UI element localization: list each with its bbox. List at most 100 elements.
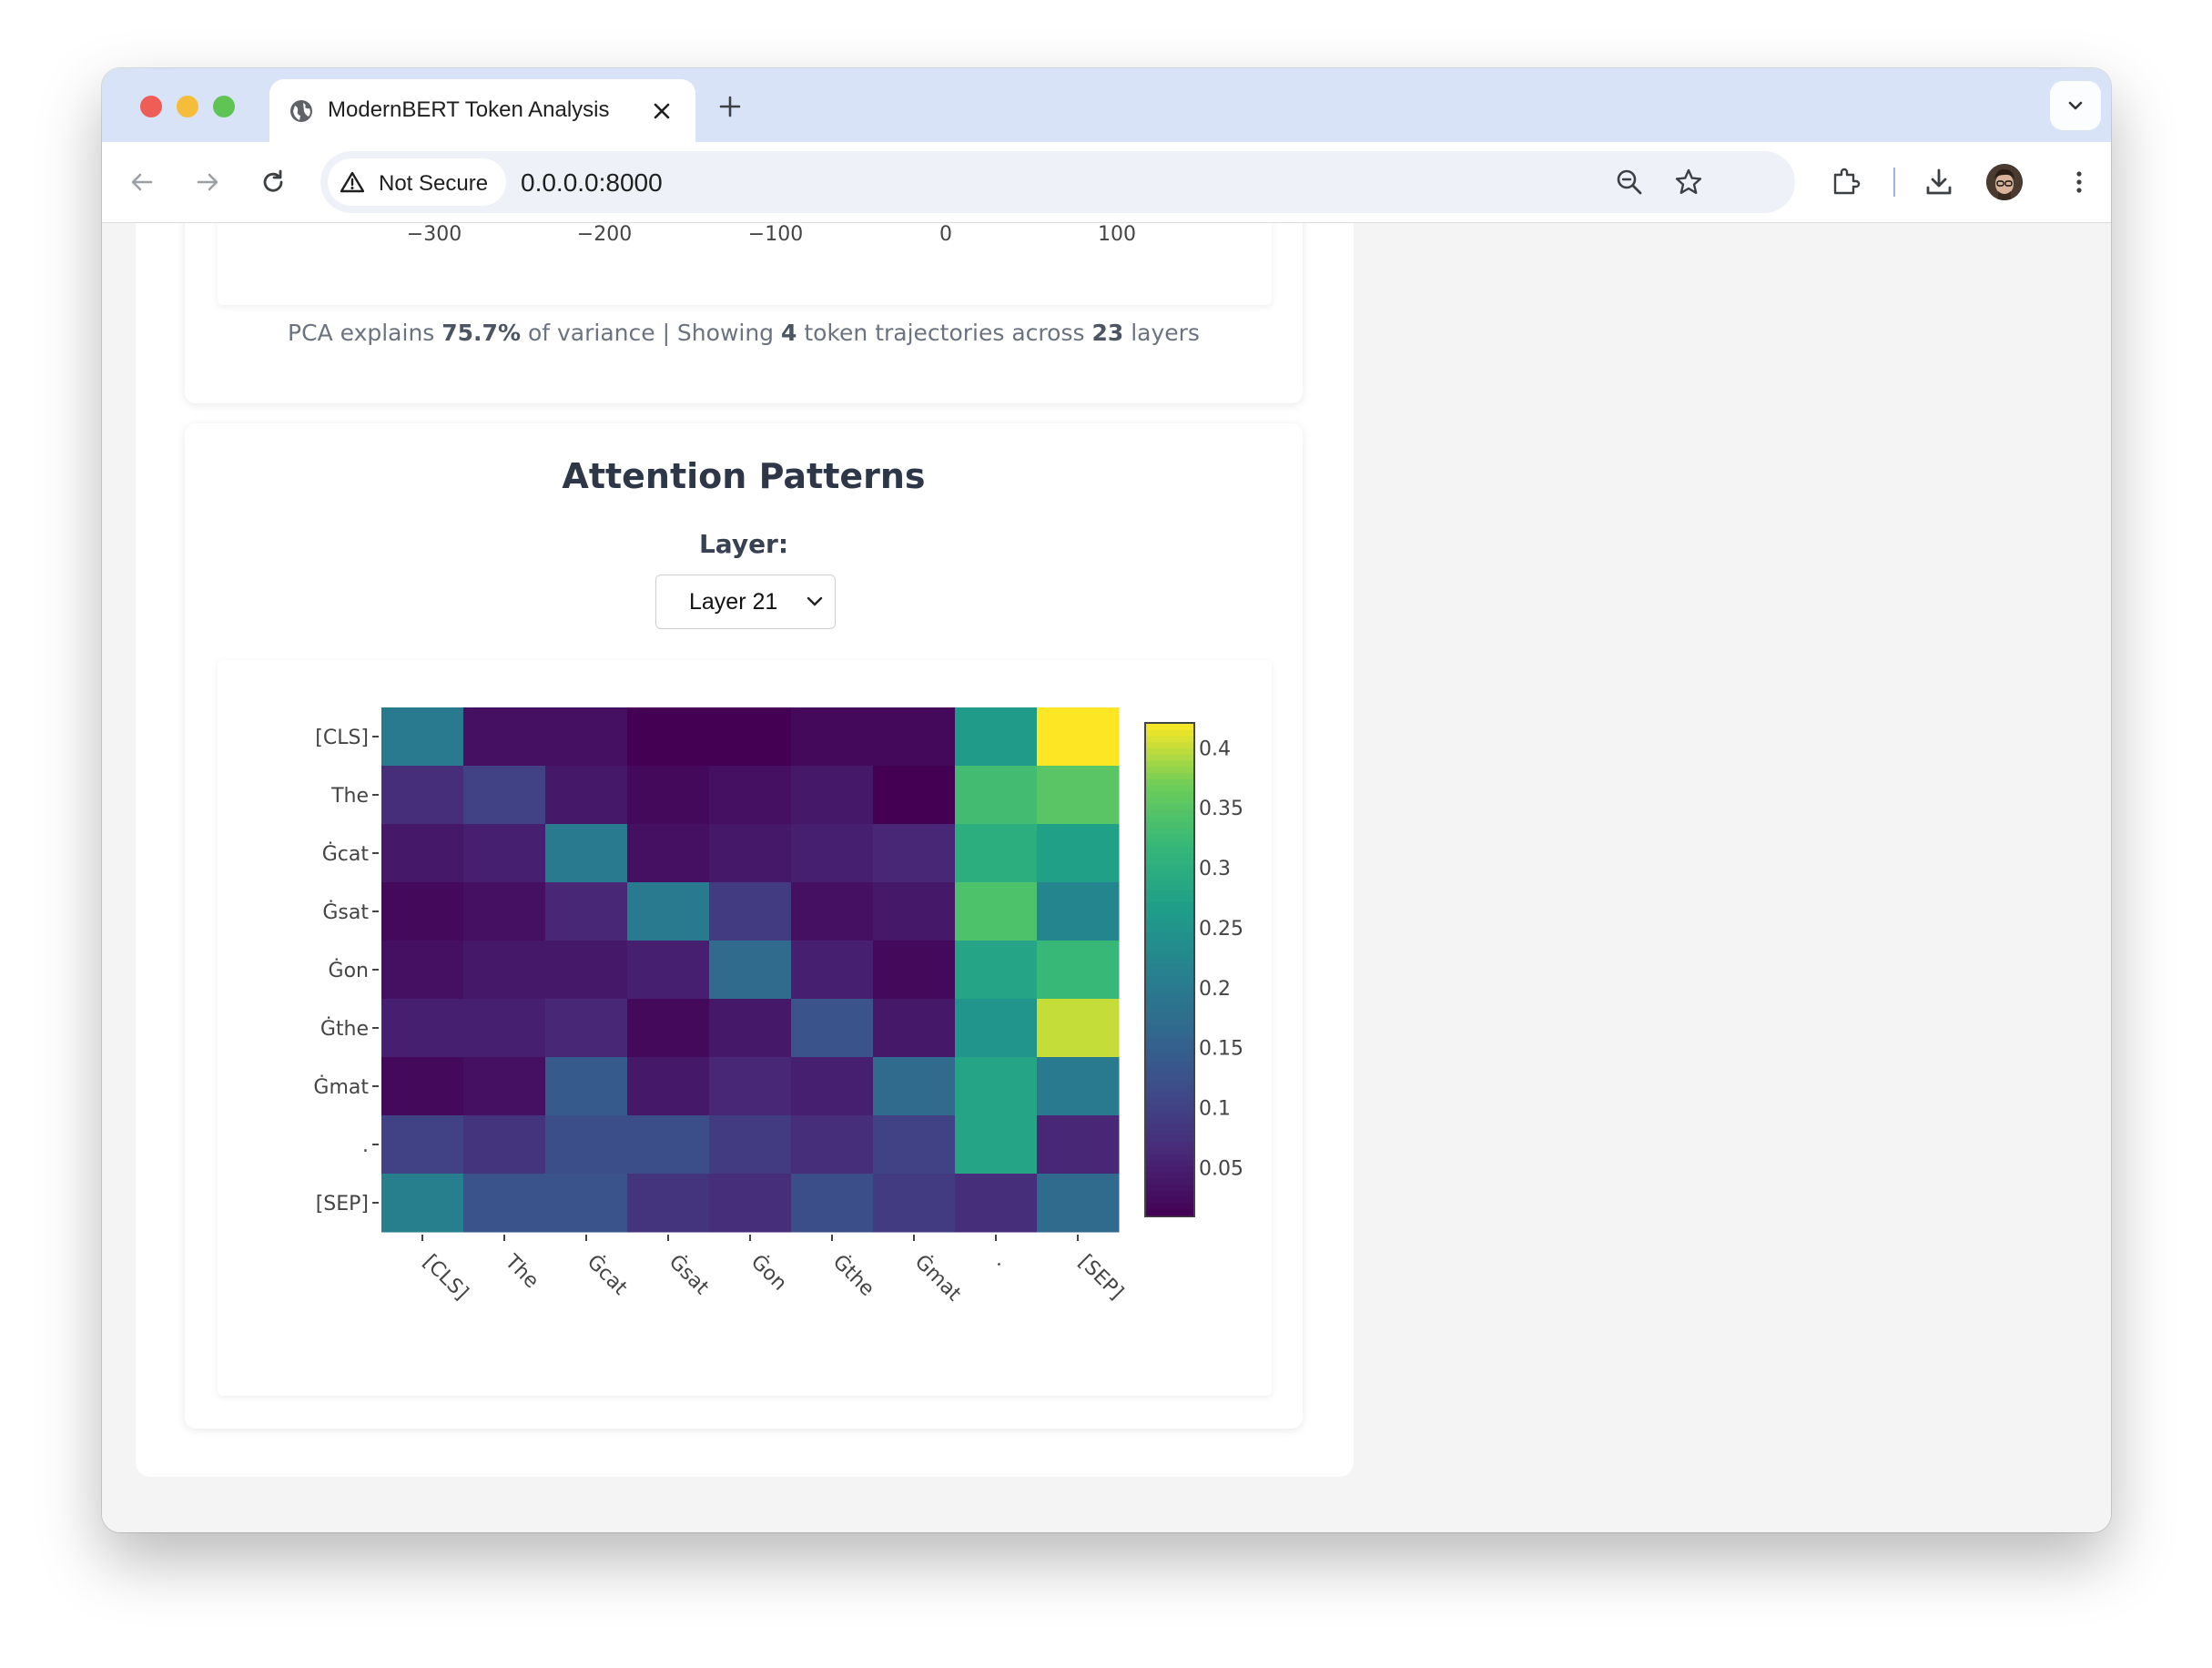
heatmap-cell[interactable] bbox=[545, 766, 628, 825]
heatmap-cell[interactable] bbox=[463, 707, 546, 767]
heatmap-cell[interactable] bbox=[1037, 1057, 1120, 1116]
heatmap-cell[interactable] bbox=[545, 941, 628, 1000]
heatmap-cell[interactable] bbox=[545, 1115, 628, 1175]
zoom-window-button[interactable] bbox=[213, 96, 235, 117]
heatmap-cell[interactable] bbox=[463, 1174, 546, 1233]
heatmap-cell[interactable] bbox=[627, 707, 710, 767]
bookmark-star-icon[interactable] bbox=[1673, 167, 1704, 198]
heatmap-cell[interactable] bbox=[873, 1115, 956, 1175]
heatmap-cell[interactable] bbox=[873, 882, 956, 941]
heatmap-cell[interactable] bbox=[791, 1057, 874, 1116]
heatmap-cell[interactable] bbox=[381, 824, 464, 883]
heatmap-cell[interactable] bbox=[709, 1115, 792, 1175]
heatmap-cell[interactable] bbox=[791, 999, 874, 1058]
heatmap-cell[interactable] bbox=[381, 1115, 464, 1175]
heatmap-cell[interactable] bbox=[873, 766, 956, 825]
heatmap-cell[interactable] bbox=[791, 1174, 874, 1233]
heatmap-cell[interactable] bbox=[463, 999, 546, 1058]
heatmap-cell[interactable] bbox=[627, 1174, 710, 1233]
heatmap-cell[interactable] bbox=[955, 999, 1038, 1058]
close-window-button[interactable] bbox=[140, 96, 162, 117]
layer-select[interactable]: Layer 21 bbox=[655, 575, 836, 629]
heatmap-cell[interactable] bbox=[709, 941, 792, 1000]
back-arrow-icon[interactable] bbox=[124, 164, 160, 200]
heatmap-cell[interactable] bbox=[627, 766, 710, 825]
page-viewport[interactable]: −300 −200 −100 0 100 PCA explains 75.7% … bbox=[102, 223, 2111, 1532]
heatmap-cell[interactable] bbox=[791, 941, 874, 1000]
address-bar[interactable]: Not Secure 0.0.0.0:8000 bbox=[320, 151, 1795, 213]
heatmap-cell[interactable] bbox=[627, 941, 710, 1000]
heatmap-cell[interactable] bbox=[545, 707, 628, 767]
heatmap-cell[interactable] bbox=[791, 707, 874, 767]
heatmap-cell[interactable] bbox=[381, 882, 464, 941]
heatmap-cell[interactable] bbox=[873, 824, 956, 883]
heatmap-cell[interactable] bbox=[1037, 1115, 1120, 1175]
heatmap-cell[interactable] bbox=[1037, 766, 1120, 825]
heatmap-cell[interactable] bbox=[545, 882, 628, 941]
heatmap-cell[interactable] bbox=[873, 1057, 956, 1116]
heatmap-cell[interactable] bbox=[791, 1115, 874, 1175]
heatmap-cell[interactable] bbox=[873, 707, 956, 767]
heatmap-cell[interactable] bbox=[1037, 707, 1120, 767]
reload-icon[interactable] bbox=[255, 164, 291, 200]
heatmap-cell[interactable] bbox=[381, 707, 464, 767]
heatmap-cell[interactable] bbox=[463, 766, 546, 825]
heatmap-cell[interactable] bbox=[381, 1174, 464, 1233]
forward-arrow-icon[interactable] bbox=[189, 164, 226, 200]
heatmap-cell[interactable] bbox=[791, 766, 874, 825]
close-icon[interactable] bbox=[650, 99, 674, 123]
heatmap-cell[interactable] bbox=[955, 1115, 1038, 1175]
heatmap-cell[interactable] bbox=[381, 999, 464, 1058]
heatmap-cell[interactable] bbox=[627, 999, 710, 1058]
heatmap-cell[interactable] bbox=[873, 941, 956, 1000]
minimize-window-button[interactable] bbox=[177, 96, 198, 117]
extensions-icon[interactable] bbox=[1830, 166, 1862, 198]
heatmap-cell[interactable] bbox=[709, 766, 792, 825]
heatmap-cell[interactable] bbox=[463, 1115, 546, 1175]
profile-avatar[interactable] bbox=[1986, 164, 2023, 200]
heatmap-cell[interactable] bbox=[709, 999, 792, 1058]
heatmap-cell[interactable] bbox=[955, 882, 1038, 941]
heatmap-cell[interactable] bbox=[873, 1174, 956, 1233]
heatmap-cell[interactable] bbox=[873, 999, 956, 1058]
heatmap-cell[interactable] bbox=[381, 941, 464, 1000]
heatmap-cell[interactable] bbox=[381, 766, 464, 825]
security-chip[interactable]: Not Secure bbox=[328, 158, 506, 206]
heatmap-cell[interactable] bbox=[955, 824, 1038, 883]
heatmap-cell[interactable] bbox=[791, 882, 874, 941]
tab-search-button[interactable] bbox=[2050, 81, 2101, 130]
heatmap-cell[interactable] bbox=[463, 1057, 546, 1116]
heatmap-cell[interactable] bbox=[1037, 824, 1120, 883]
heatmap-cell[interactable] bbox=[627, 1115, 710, 1175]
zoom-out-icon[interactable] bbox=[1614, 167, 1645, 198]
new-tab-plus-icon[interactable] bbox=[716, 93, 744, 120]
heatmap-cell[interactable] bbox=[791, 824, 874, 883]
heatmap-cell[interactable] bbox=[381, 1057, 464, 1116]
heatmap-cell[interactable] bbox=[709, 1174, 792, 1233]
heatmap-cell[interactable] bbox=[545, 1174, 628, 1233]
heatmap-cell[interactable] bbox=[709, 824, 792, 883]
heatmap-cell[interactable] bbox=[463, 882, 546, 941]
heatmap-cell[interactable] bbox=[709, 882, 792, 941]
heatmap-cell[interactable] bbox=[955, 1057, 1038, 1116]
heatmap-cell[interactable] bbox=[955, 766, 1038, 825]
heatmap-cell[interactable] bbox=[545, 999, 628, 1058]
download-icon[interactable] bbox=[1923, 166, 1955, 198]
heatmap-cell[interactable] bbox=[709, 707, 792, 767]
heatmap-cell[interactable] bbox=[1037, 941, 1120, 1000]
heatmap-cell[interactable] bbox=[463, 941, 546, 1000]
heatmap-cell[interactable] bbox=[545, 1057, 628, 1116]
browser-tab[interactable]: ModernBERT Token Analysis bbox=[269, 79, 695, 142]
heatmap-cell[interactable] bbox=[955, 1174, 1038, 1233]
url-text[interactable]: 0.0.0.0:8000 bbox=[521, 168, 663, 198]
attention-heatmap[interactable]: [CLS] The Ġcat Ġsat Ġon Ġthe Ġmat. [SEP] [CLS] Th… bbox=[218, 660, 1272, 1396]
heatmap-cell[interactable] bbox=[1037, 882, 1120, 941]
heatmap-cell[interactable] bbox=[955, 941, 1038, 1000]
heatmap-cell[interactable] bbox=[463, 824, 546, 883]
heatmap-cell[interactable] bbox=[627, 1057, 710, 1116]
heatmap-cell[interactable] bbox=[627, 882, 710, 941]
heatmap-cell[interactable] bbox=[545, 824, 628, 883]
heatmap-cell[interactable] bbox=[709, 1057, 792, 1116]
heatmap-cell[interactable] bbox=[955, 707, 1038, 767]
heatmap-cell[interactable] bbox=[1037, 999, 1120, 1058]
